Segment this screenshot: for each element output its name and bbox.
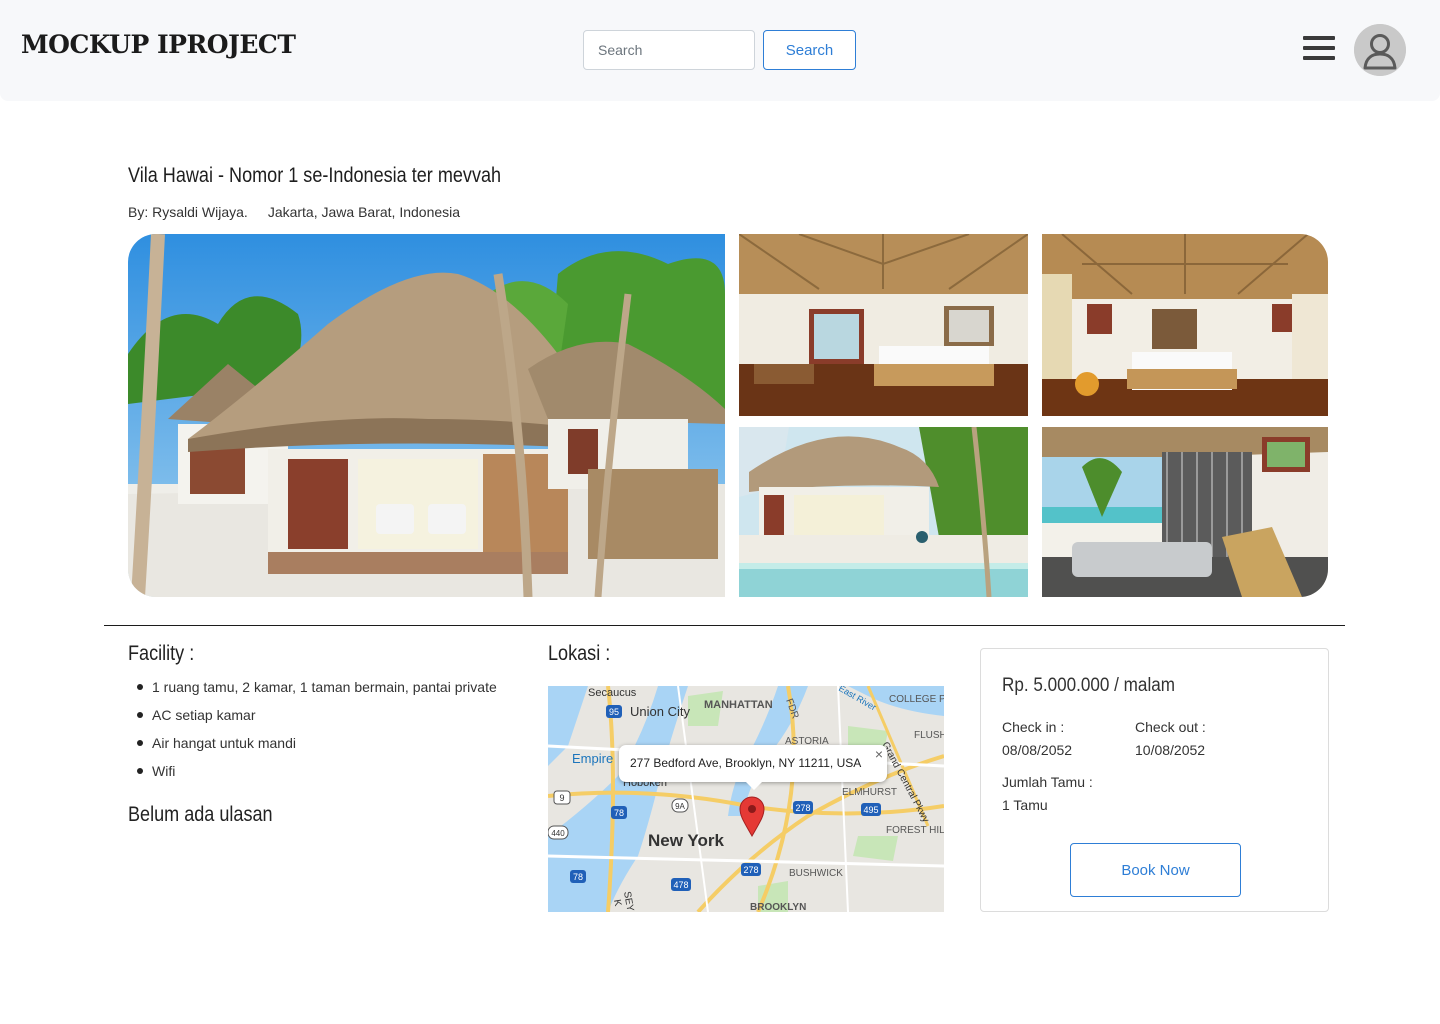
checkout-date[interactable]: 10/08/2052 xyxy=(1135,742,1205,758)
book-now-button[interactable]: Book Now xyxy=(1070,843,1241,897)
map-label: MANHATTAN xyxy=(704,699,773,711)
route-shield: 278 xyxy=(793,801,813,814)
facility-list: 1 ruang tamu, 2 kamar, 1 taman bermain, … xyxy=(136,676,497,788)
brand-logo[interactable]: MOCKUP IPROJECT xyxy=(21,30,296,59)
checkin-date[interactable]: 08/08/2052 xyxy=(1002,742,1072,758)
search-button[interactable]: Search xyxy=(763,30,856,70)
map-label: COLLEGE P xyxy=(889,694,944,705)
svg-text:95: 95 xyxy=(609,707,619,717)
svg-text:495: 495 xyxy=(863,805,878,815)
hamburger-menu-icon[interactable] xyxy=(1303,36,1337,64)
list-item: Air hangat untuk mandi xyxy=(136,732,497,760)
top-navbar: MOCKUP IPROJECT Search xyxy=(0,0,1440,101)
listing-location: Jakarta, Jawa Barat, Indonesia xyxy=(267,204,461,220)
map-label: New York xyxy=(648,831,724,850)
price-per-night: Rp. 5.000.000 / malam xyxy=(1002,675,1175,696)
route-shield: 278 xyxy=(741,863,761,876)
reviews-heading: Belum ada ulasan xyxy=(128,803,273,826)
route-shield: 440 xyxy=(548,825,569,840)
facility-heading: Facility : xyxy=(128,642,195,665)
gallery-photo-beach-hut[interactable] xyxy=(739,427,1028,597)
svg-text:9: 9 xyxy=(559,793,564,803)
map-label: Empire xyxy=(572,751,613,766)
list-item: Wifi xyxy=(136,760,497,788)
menu-bar xyxy=(1303,56,1335,60)
gallery-main-photo[interactable] xyxy=(128,234,725,597)
beach-hut-image xyxy=(739,427,1028,597)
gallery-photo-bedroom-2[interactable] xyxy=(1042,234,1328,416)
villa-exterior-image xyxy=(128,234,725,597)
checkout-label: Check out : xyxy=(1135,719,1206,735)
search-input[interactable] xyxy=(583,30,755,70)
svg-text:440: 440 xyxy=(551,829,565,838)
map-label: Union City xyxy=(630,704,690,719)
gallery-photo-bedroom-1[interactable] xyxy=(739,234,1028,416)
location-heading: Lokasi : xyxy=(548,642,611,665)
listing-meta: By: Rysaldi Wijaya. Jakarta, Jawa Barat, … xyxy=(128,204,460,220)
svg-text:278: 278 xyxy=(795,803,810,813)
location-map[interactable]: Secaucus Union City MANHATTAN ASTORIA CO… xyxy=(548,686,944,912)
gallery-photo-terrace[interactable] xyxy=(1042,427,1328,597)
map-tiles: Secaucus Union City MANHATTAN ASTORIA CO… xyxy=(548,686,944,912)
map-label: Secaucus xyxy=(588,687,637,699)
route-shield: 495 xyxy=(861,803,881,816)
listing-title: Vila Hawai - Nomor 1 se-Indonesia ter me… xyxy=(128,164,502,187)
menu-bar xyxy=(1303,36,1335,40)
svg-text:478: 478 xyxy=(673,880,688,890)
svg-text:78: 78 xyxy=(614,808,624,818)
section-divider xyxy=(104,625,1345,626)
map-label: ELMHURST xyxy=(842,787,897,798)
terrace-image xyxy=(1042,427,1328,597)
route-shield: 9 xyxy=(553,790,571,805)
list-item: AC setiap kamar xyxy=(136,704,497,732)
route-shield: 95 xyxy=(606,705,622,718)
user-silhouette-icon xyxy=(1354,24,1406,76)
guests-count[interactable]: 1 Tamu xyxy=(1002,797,1048,813)
map-label: FOREST HIL xyxy=(886,825,944,836)
route-shield: 78 xyxy=(570,870,586,883)
map-label: BROOKLYN xyxy=(750,902,806,912)
user-avatar-icon[interactable] xyxy=(1354,24,1406,76)
svg-text:278: 278 xyxy=(743,865,758,875)
map-label: BUSHWICK xyxy=(789,868,843,879)
svg-text:9A: 9A xyxy=(675,802,685,811)
checkin-label: Check in : xyxy=(1002,719,1065,735)
bedroom-image xyxy=(739,234,1028,416)
bedroom-image xyxy=(1042,234,1328,416)
route-shield: 9A xyxy=(671,798,689,813)
list-item: 1 ruang tamu, 2 kamar, 1 taman bermain, … xyxy=(136,676,497,704)
route-shield: 78 xyxy=(611,806,627,819)
menu-bar xyxy=(1303,46,1335,50)
booking-card: Rp. 5.000.000 / malam Check in : 08/08/2… xyxy=(980,648,1329,912)
map-address-tooltip: 277 Bedford Ave, Brooklyn, NY 11211, USA… xyxy=(619,745,887,790)
listing-author: By: Rysaldi Wijaya. xyxy=(128,204,248,220)
close-icon[interactable]: × xyxy=(875,746,883,762)
map-label: FLUSH xyxy=(914,730,944,741)
guests-label: Jumlah Tamu : xyxy=(1002,774,1093,790)
route-shield: 478 xyxy=(671,878,691,891)
svg-text:78: 78 xyxy=(573,872,583,882)
map-address: 277 Bedford Ave, Brooklyn, NY 11211, USA xyxy=(630,756,862,770)
